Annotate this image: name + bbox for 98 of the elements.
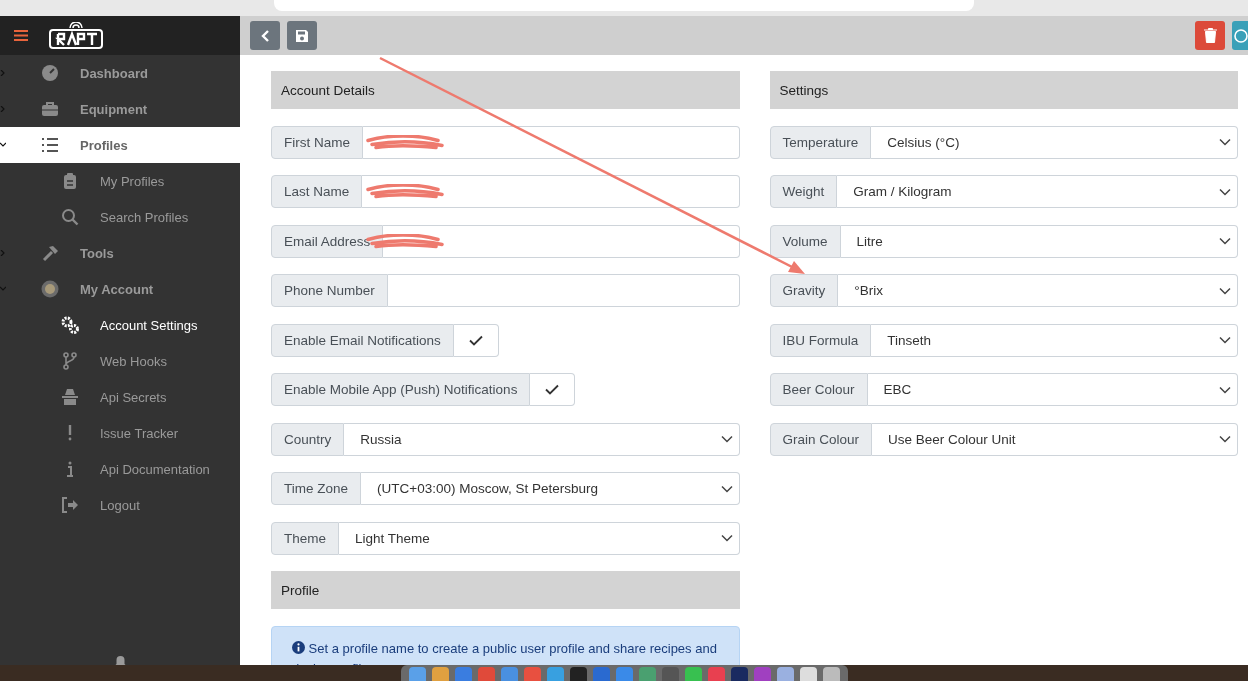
select-dropdown[interactable]: Celsius (°C)	[871, 125, 1238, 159]
field-label: Enable Mobile App (Push) Notifications	[271, 373, 531, 406]
help-button[interactable]	[1232, 21, 1248, 50]
list-icon	[41, 136, 59, 154]
sidebar-item[interactable]: Equipment	[0, 91, 240, 127]
chevron-down-icon	[1219, 385, 1231, 394]
toolbox-icon	[41, 100, 59, 118]
chevron-down-icon	[1219, 138, 1231, 146]
section-header: Profile	[271, 571, 740, 609]
field-label: Last Name	[271, 175, 363, 208]
checkbox[interactable]	[530, 373, 576, 406]
chevron-down-icon	[1219, 435, 1231, 443]
select-dropdown[interactable]: Tinseth	[871, 323, 1238, 357]
chevron-down-icon	[720, 534, 733, 542]
sidebar-subitem[interactable]: My Profiles	[0, 163, 240, 199]
dock-app-icon[interactable]	[408, 667, 426, 681]
chevron-right-icon[interactable]	[0, 70, 6, 76]
sidebar-subitem[interactable]: Issue Tracker	[0, 415, 240, 451]
select-dropdown[interactable]: Use Beer Colour Unit	[872, 422, 1238, 456]
checkmark-icon	[545, 384, 560, 395]
field-label: Beer Colour	[769, 373, 868, 406]
sidebar-subitem[interactable]: Api Documentation	[0, 451, 240, 487]
field-label: Phone Number	[271, 274, 388, 307]
chevron-down-icon	[720, 435, 733, 443]
info-icon	[292, 640, 305, 654]
chevron-down-icon	[720, 484, 733, 493]
dock-app-icon[interactable]	[500, 667, 518, 681]
text-field[interactable]	[387, 274, 740, 307]
branch-icon	[61, 352, 79, 370]
logo-icon[interactable]	[48, 21, 104, 50]
section-header: Account Details	[271, 71, 740, 109]
gauge-icon	[41, 64, 59, 82]
field-label: IBU Formula	[769, 323, 872, 357]
field-label: Gravity	[769, 274, 839, 307]
sidebar-subitem[interactable]: Logout	[0, 487, 240, 523]
select-dropdown[interactable]: °Brix	[838, 274, 1238, 307]
dock-app-icon[interactable]	[569, 667, 587, 681]
dock-app-icon[interactable]	[546, 667, 564, 681]
chevron-down-icon	[1219, 336, 1231, 344]
delete-button[interactable]	[1195, 21, 1225, 50]
text-field[interactable]	[383, 224, 740, 258]
chevron-down-icon	[1219, 237, 1231, 245]
info-icon	[66, 460, 74, 478]
dock-app-icon[interactable]	[638, 667, 656, 681]
field-label: Enable Email Notifications	[271, 323, 454, 357]
text-field[interactable]	[363, 125, 740, 159]
select-dropdown[interactable]: (UTC+03:00) Moscow, St Petersburg	[361, 472, 740, 505]
sidebar-item[interactable]: Tools	[0, 235, 240, 271]
dock-app-icon[interactable]	[684, 667, 702, 681]
chevron-left-icon	[260, 28, 270, 43]
sidebar-item[interactable]: My Account	[0, 271, 240, 307]
logout-icon	[61, 496, 79, 514]
back-button[interactable]	[250, 21, 280, 50]
select-dropdown[interactable]: Gram / Kilogram	[837, 175, 1238, 208]
chevron-down-icon	[1219, 187, 1231, 196]
dock-app-icon[interactable]	[822, 667, 840, 681]
avatar-icon	[41, 280, 59, 298]
help-icon	[1234, 28, 1248, 43]
field-label: Temperature	[769, 125, 872, 159]
checkmark-icon	[468, 334, 483, 346]
dock-app-icon[interactable]	[431, 667, 449, 681]
field-label: Email Address	[271, 224, 384, 258]
clipboard-icon	[61, 172, 79, 190]
search-icon	[61, 208, 79, 226]
select-dropdown[interactable]: EBC	[867, 373, 1238, 406]
sidebar-subitem[interactable]: Account Settings	[0, 307, 240, 343]
select-dropdown[interactable]: Russia	[344, 422, 740, 456]
select-dropdown[interactable]: Litre	[840, 224, 1238, 258]
trash-icon	[1203, 28, 1217, 43]
field-label: Volume	[769, 224, 841, 258]
sidebar-subitem[interactable]: Search Profiles	[0, 199, 240, 235]
checkbox[interactable]	[453, 323, 499, 357]
settings-icon	[61, 316, 79, 334]
dock-app-icon[interactable]	[730, 667, 748, 681]
sidebar-item[interactable]: Profiles	[0, 127, 240, 163]
chevron-down-icon[interactable]	[0, 142, 6, 148]
field-label: Grain Colour	[769, 422, 873, 456]
sidebar-subitem[interactable]: Api Secrets	[0, 379, 240, 415]
select-dropdown[interactable]: Light Theme	[339, 521, 740, 555]
sidebar-subitem[interactable]: Web Hooks	[0, 343, 240, 379]
text-field[interactable]	[362, 175, 740, 208]
field-label: Country	[271, 422, 345, 456]
exclamation-icon	[67, 424, 73, 442]
hammer-icon	[41, 244, 59, 262]
chevron-right-icon[interactable]	[0, 250, 6, 256]
field-label: Time Zone	[271, 472, 362, 505]
field-label: Weight	[769, 175, 838, 208]
field-label: Theme	[271, 521, 340, 555]
field-label: First Name	[271, 125, 363, 159]
dock-app-icon[interactable]	[776, 667, 794, 681]
save-button[interactable]	[287, 21, 317, 50]
menu-icon[interactable]	[14, 30, 28, 41]
section-header: Settings	[769, 71, 1238, 109]
sidebar-item[interactable]: Dashboard	[0, 55, 240, 91]
chevron-down-icon	[1219, 286, 1231, 295]
chevron-right-icon[interactable]	[0, 106, 6, 112]
spy-icon	[61, 388, 79, 406]
dock-app-icon[interactable]	[799, 667, 817, 681]
